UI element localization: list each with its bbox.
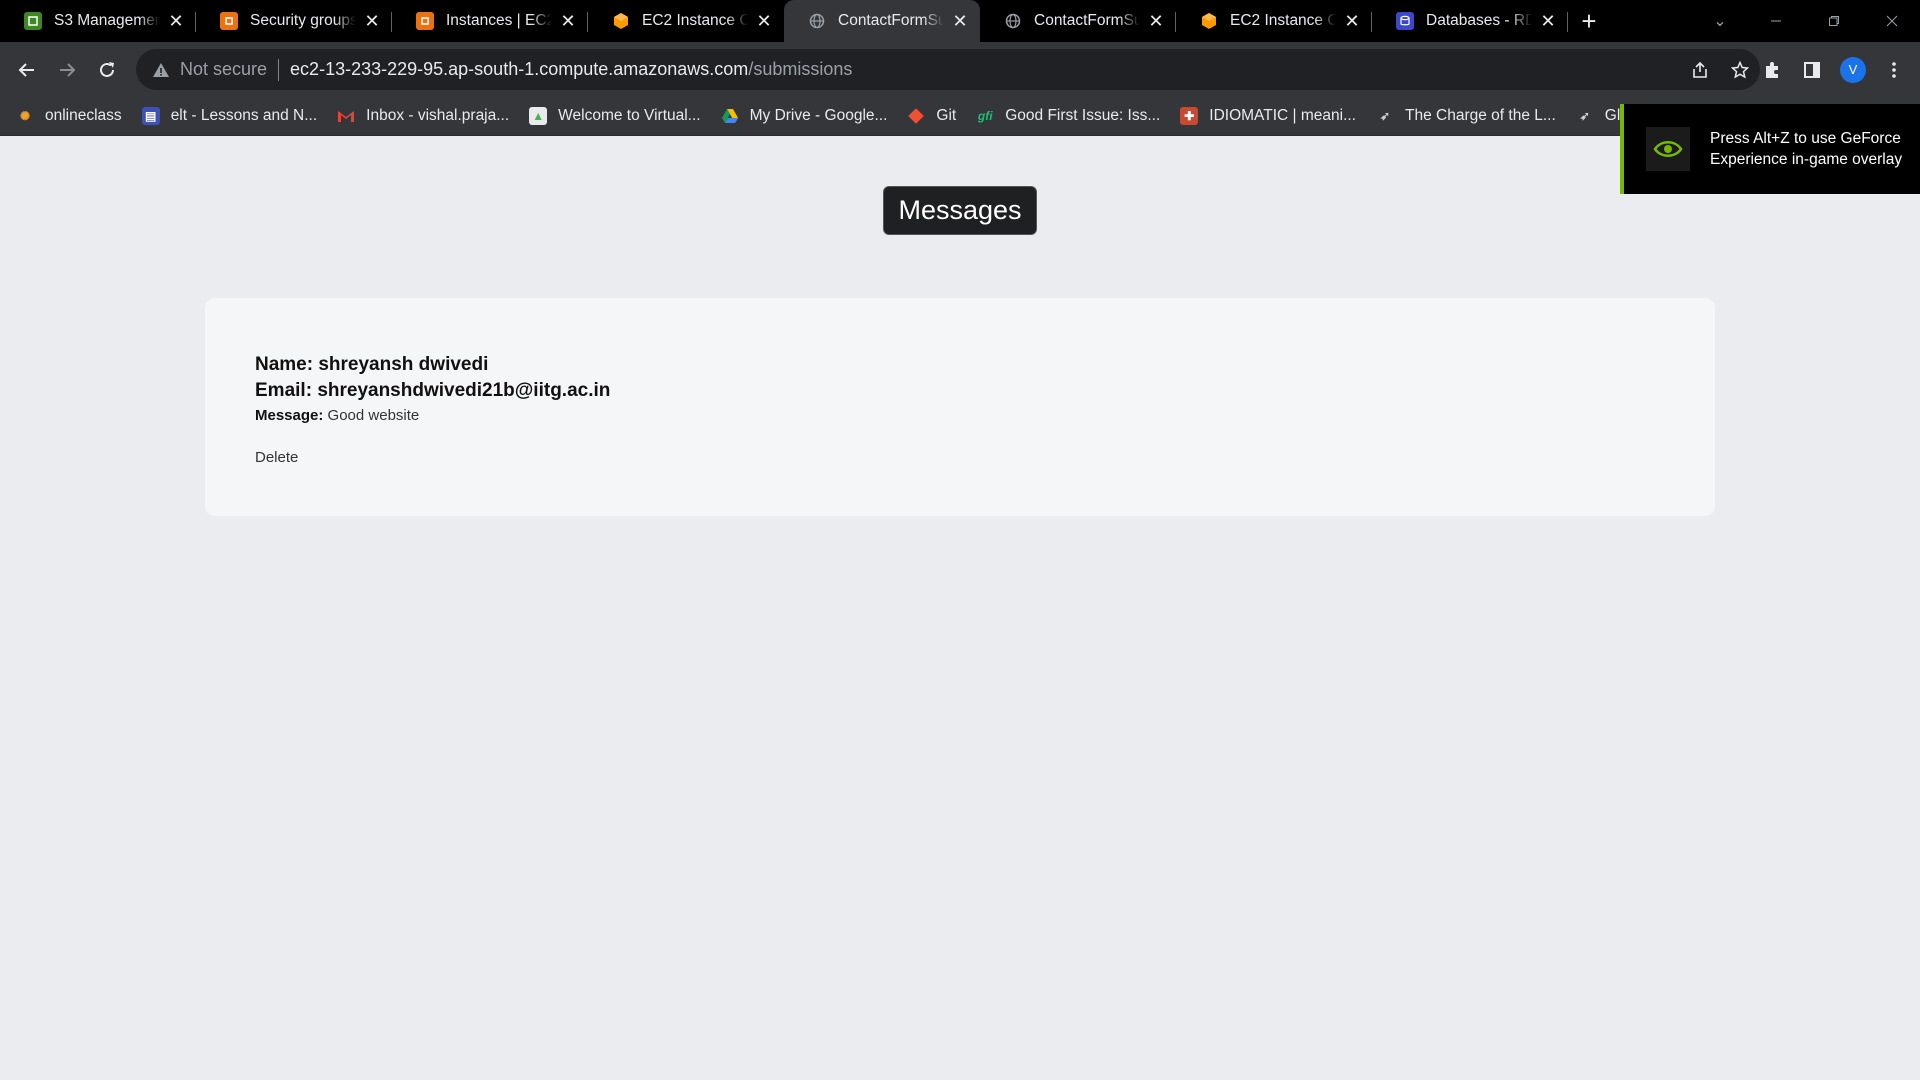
bookmark-git[interactable]: Git bbox=[907, 107, 956, 125]
window-close-icon[interactable] bbox=[1868, 0, 1916, 42]
name-label: Name: bbox=[255, 354, 314, 375]
minimize-icon[interactable] bbox=[1752, 0, 1800, 42]
submission-email-row: Email: shreyanshdwivedi21b@iitg.ac.in bbox=[255, 378, 1715, 404]
bird-icon: ➶ bbox=[1579, 109, 1590, 123]
calendar-icon: ▤ bbox=[141, 107, 160, 125]
url-path: /submissions bbox=[748, 59, 853, 79]
gmail-icon bbox=[337, 107, 355, 125]
bookmark-google-drive[interactable]: My Drive - Google... bbox=[721, 107, 887, 125]
delete-button[interactable]: Delete bbox=[255, 449, 298, 466]
message-value: Good website bbox=[327, 407, 420, 424]
globe-icon bbox=[808, 12, 826, 30]
submission-card: Name: shreyansh dwivedi Email: shreyansh… bbox=[205, 298, 1715, 516]
tab-contact-form-submissions-active[interactable]: ContactFormSubmissions ✕ bbox=[784, 0, 980, 42]
gfi-icon: gfi bbox=[977, 109, 993, 123]
bird-icon: ➶ bbox=[1379, 109, 1391, 123]
bookmark-onlineclass[interactable]: ✺ onlineclass bbox=[16, 107, 122, 125]
close-icon[interactable]: ✕ bbox=[364, 11, 380, 32]
bookmark-gmail-inbox[interactable]: Inbox - vishal.praja... bbox=[337, 107, 509, 125]
email-value: shreyanshdwivedi21b@iitg.ac.in bbox=[317, 380, 611, 401]
bookmark-virtual-lab[interactable]: ▲ Welcome to Virtual... bbox=[529, 107, 701, 125]
omnibox-divider bbox=[278, 58, 280, 81]
close-icon[interactable]: ✕ bbox=[1344, 11, 1360, 32]
tab-instances[interactable]: Instances | EC2 | ap-south-1 ✕ bbox=[392, 0, 588, 42]
name-value: shreyansh dwivedi bbox=[318, 354, 489, 375]
overlay-text: Press Alt+Z to use GeForce Experience in… bbox=[1710, 130, 1903, 168]
browser-toolbar: Not secure ec2-13-233-229-95.ap-south-1.… bbox=[0, 42, 1920, 97]
reload-icon[interactable] bbox=[92, 55, 122, 85]
nvidia-logo-icon bbox=[1646, 127, 1690, 171]
tab-rds-databases[interactable]: Databases - RDS Management Console ✕ bbox=[1372, 0, 1568, 42]
close-icon[interactable]: ✕ bbox=[952, 11, 968, 32]
tab-s3[interactable]: S3 Management Console ✕ bbox=[0, 0, 196, 42]
close-icon[interactable]: ✕ bbox=[1540, 11, 1556, 32]
bookmark-idiomatic[interactable]: ✚ IDIOMATIC | meani... bbox=[1180, 107, 1356, 125]
url-host: ec2-13-233-229-95.ap-south-1.compute.ama… bbox=[290, 59, 749, 79]
email-label: Email: bbox=[255, 380, 313, 401]
back-arrow-icon[interactable] bbox=[12, 55, 42, 85]
close-icon[interactable]: ✕ bbox=[560, 11, 576, 32]
bookmark-charge-of-the-light[interactable]: ➶ The Charge of the L... bbox=[1376, 107, 1556, 125]
drive-icon bbox=[721, 107, 739, 125]
page-title: Messages bbox=[883, 186, 1037, 235]
close-icon[interactable]: ✕ bbox=[1148, 11, 1164, 32]
new-tab-button[interactable]: + bbox=[1568, 0, 1610, 42]
aws-cube-icon bbox=[612, 12, 630, 30]
bookmark-elt-lessons[interactable]: ▤ elt - Lessons and N... bbox=[141, 107, 317, 125]
cambridge-icon: ✚ bbox=[1180, 107, 1199, 125]
git-icon bbox=[907, 107, 925, 125]
submission-name-row: Name: shreyansh dwivedi bbox=[255, 352, 1715, 378]
aws-ec2-icon bbox=[220, 12, 238, 30]
tab-security-groups[interactable]: Security groups | EC2 ✕ bbox=[196, 0, 392, 42]
tab-contact-form-submissions[interactable]: ContactFormSubmissions ✕ bbox=[980, 0, 1176, 42]
security-label[interactable]: Not secure bbox=[180, 59, 267, 80]
tab-search-chevron-icon[interactable]: ⌄ bbox=[1702, 0, 1738, 42]
extensions-puzzle-icon[interactable] bbox=[1752, 49, 1792, 90]
geforce-notification: Press Alt+Z to use GeForce Experience in… bbox=[1620, 104, 1920, 194]
kebab-menu-icon[interactable] bbox=[1874, 49, 1914, 90]
address-bar[interactable]: Not secure ec2-13-233-229-95.ap-south-1.… bbox=[136, 49, 1760, 90]
close-icon[interactable]: ✕ bbox=[756, 11, 772, 32]
close-icon[interactable]: ✕ bbox=[168, 11, 184, 32]
restore-icon[interactable] bbox=[1810, 0, 1858, 42]
share-icon[interactable] bbox=[1680, 49, 1720, 90]
bookmark-good-first-issue[interactable]: gfi Good First Issue: Iss... bbox=[976, 107, 1160, 125]
aws-ec2-icon bbox=[416, 12, 434, 30]
rds-icon bbox=[1396, 12, 1414, 30]
side-panel-icon[interactable] bbox=[1792, 49, 1832, 90]
s3-icon bbox=[24, 12, 42, 30]
sun-icon: ✺ bbox=[19, 109, 31, 123]
tab-ec2-instance-connect-2[interactable]: EC2 Instance Connect ✕ bbox=[1176, 0, 1372, 42]
globe-icon bbox=[1004, 12, 1022, 30]
profile-avatar[interactable]: V bbox=[1833, 49, 1873, 90]
aws-cube-icon bbox=[1200, 12, 1218, 30]
message-label: Message: bbox=[255, 407, 324, 424]
forward-arrow-icon[interactable] bbox=[52, 55, 82, 85]
tab-ec2-instance-connect[interactable]: EC2 Instance Connect ✕ bbox=[588, 0, 784, 42]
submission-message-row: Message: Good website bbox=[255, 405, 1715, 427]
warning-icon[interactable] bbox=[152, 61, 170, 79]
tab-strip: S3 Management Console ✕ Security groups … bbox=[0, 0, 1920, 42]
virtual-lab-icon: ▲ bbox=[529, 107, 548, 125]
